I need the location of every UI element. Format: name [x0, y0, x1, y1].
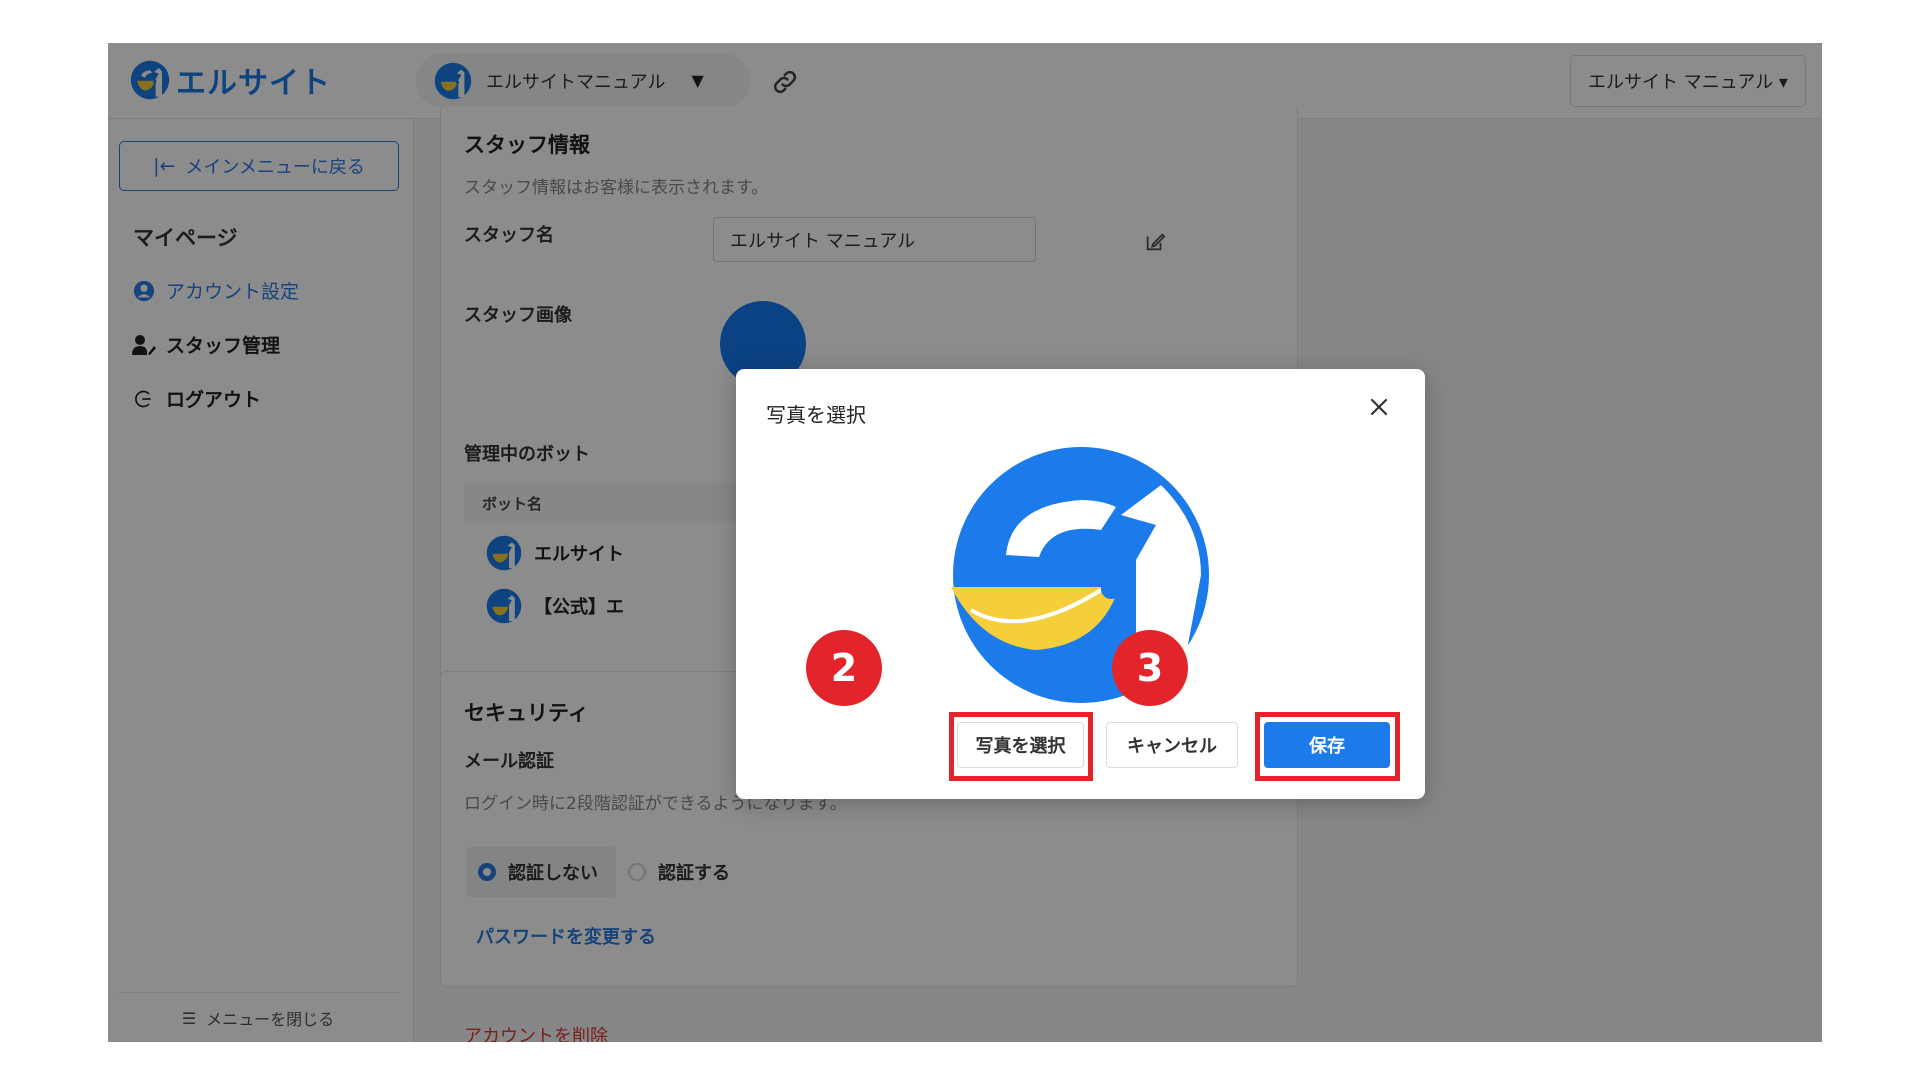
app-window: エルサイト エルサイトマニュアル ▼ エルサイト マニュアル ▾ |← メインメ… — [108, 43, 1822, 1042]
photo-select-dialog: 写真を選択 写真を選択 キャンセル 保存 — [736, 369, 1425, 799]
step-badge-2: 2 — [806, 630, 882, 706]
dialog-title: 写真を選択 — [766, 403, 866, 427]
highlight-save — [1255, 712, 1400, 781]
highlight-select-photo — [949, 712, 1093, 781]
step-badge-3: 3 — [1112, 630, 1188, 706]
cancel-button[interactable]: キャンセル — [1106, 722, 1238, 768]
close-icon[interactable] — [1367, 395, 1391, 419]
